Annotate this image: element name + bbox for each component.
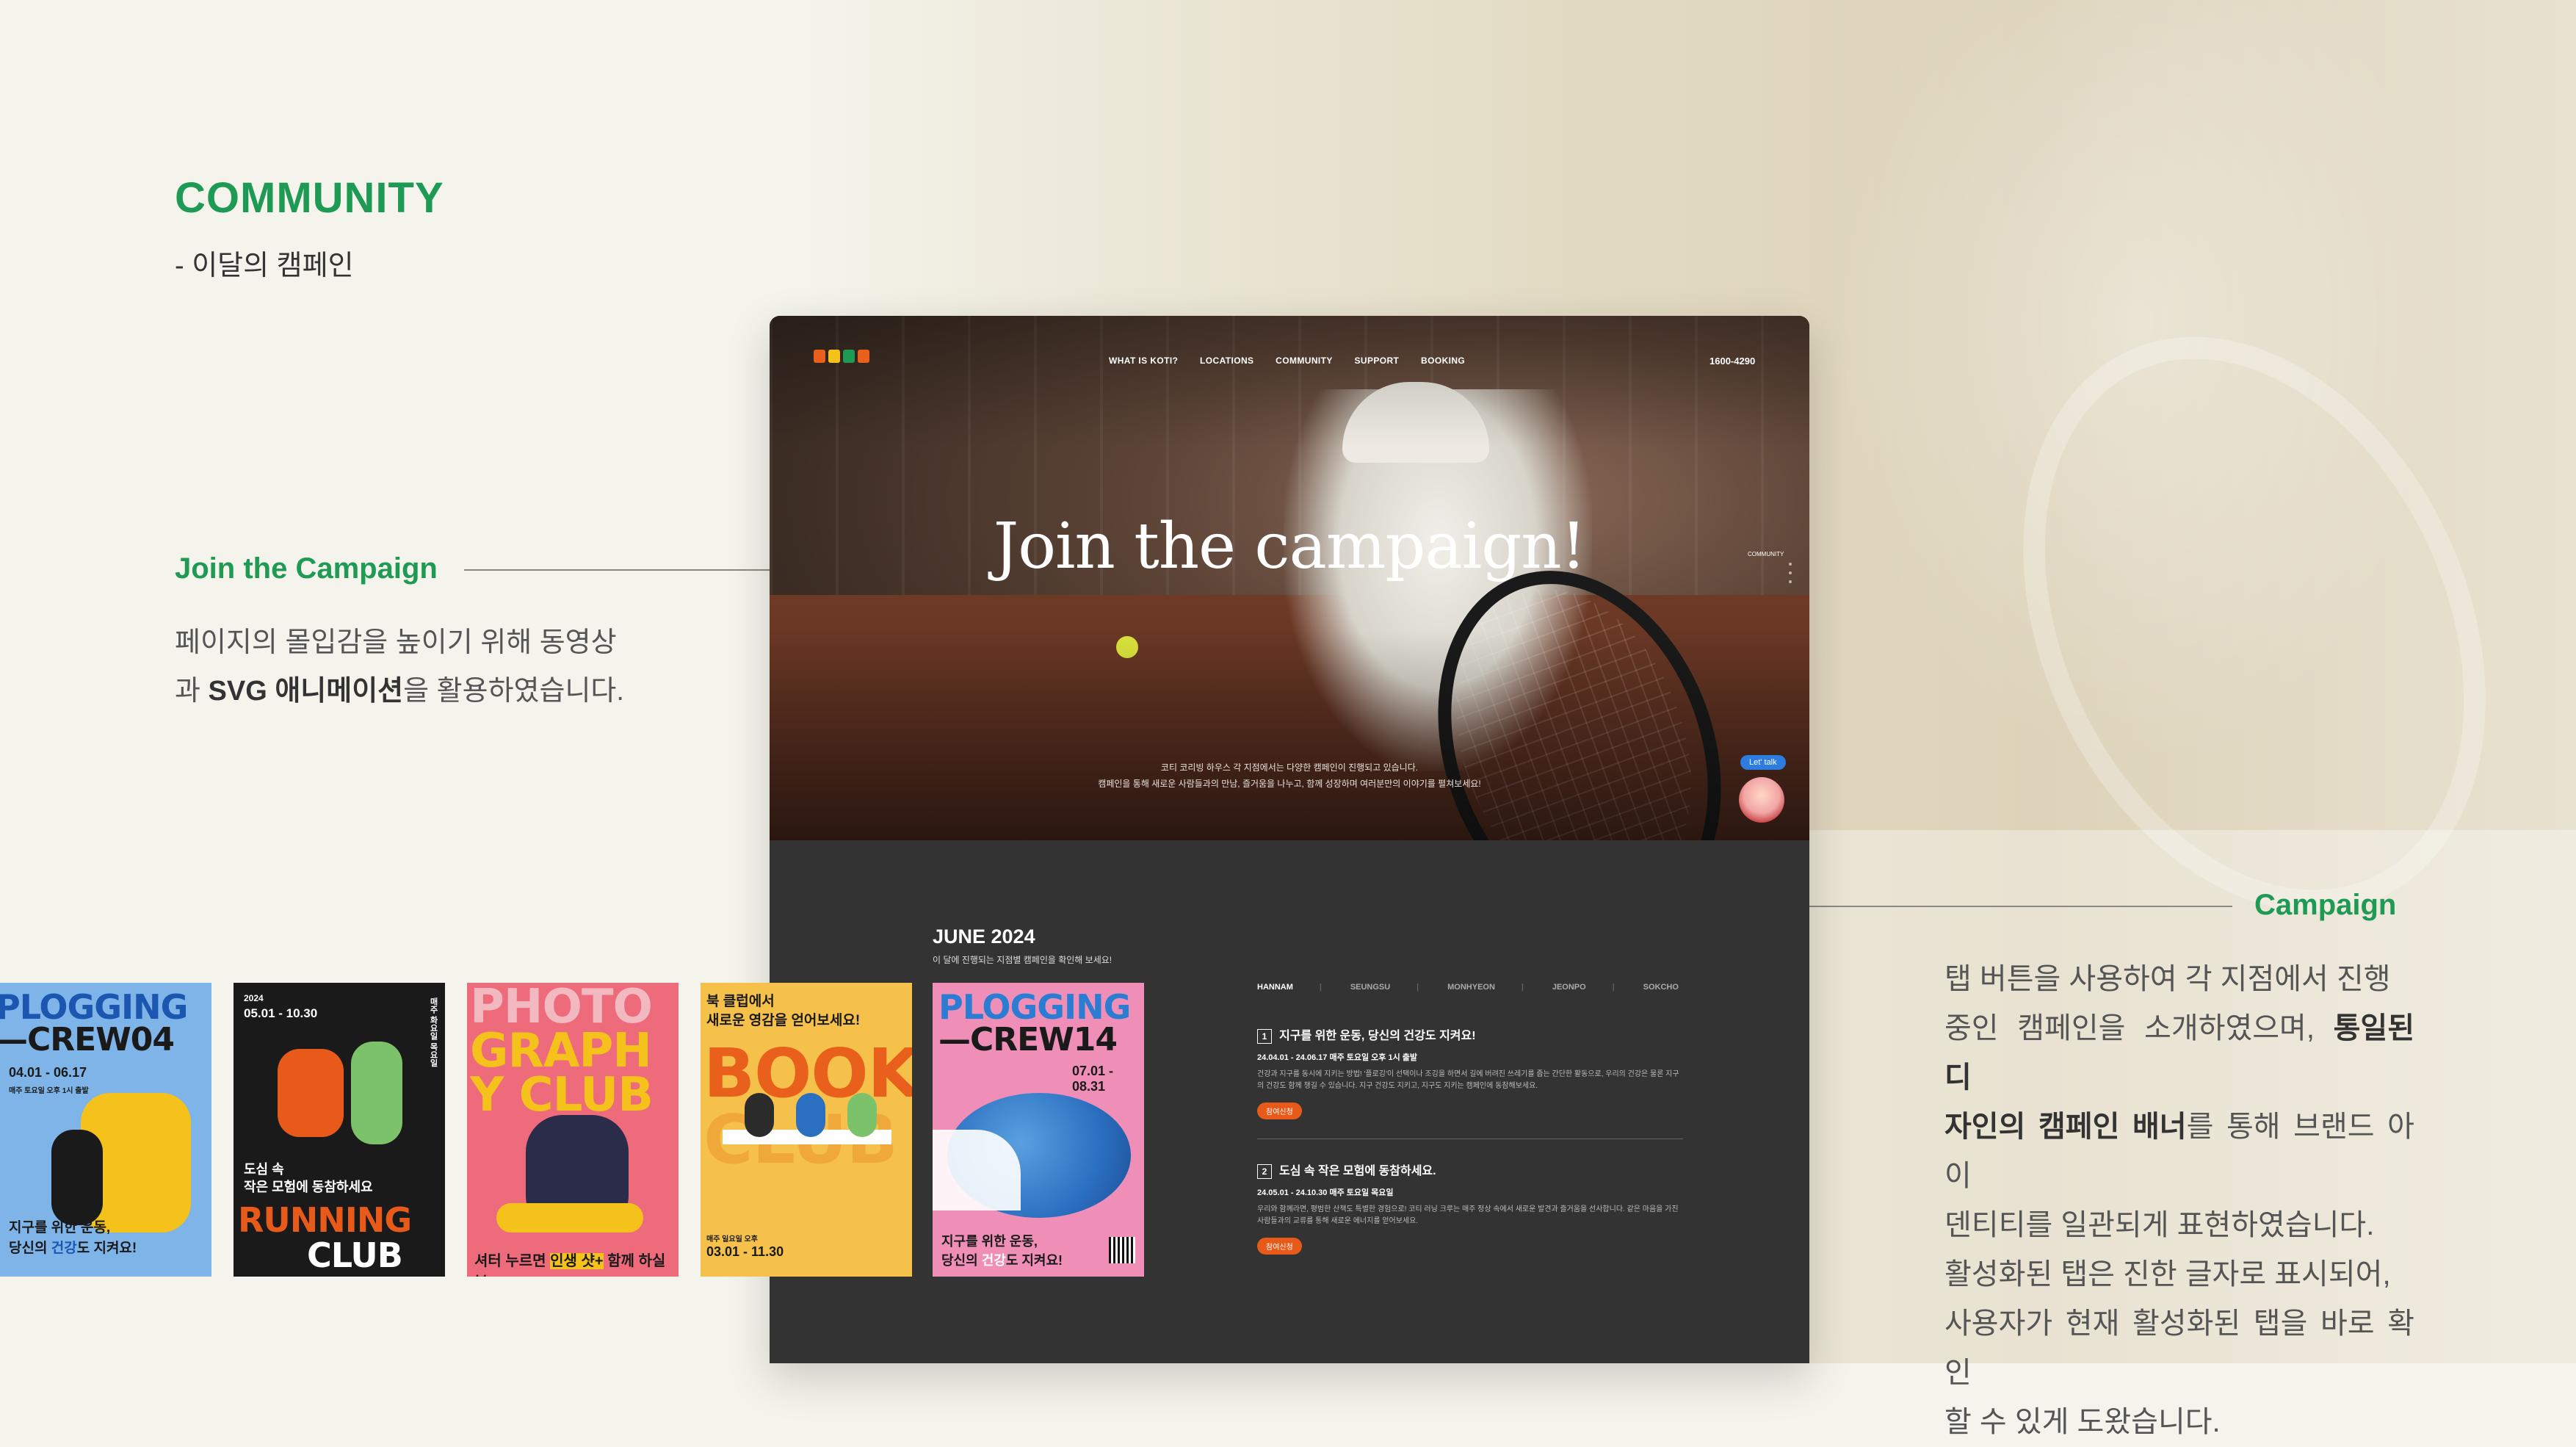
join-campaign-label: Join the Campaign — [175, 552, 438, 585]
campaign-item: 2 도심 속 작은 모험에 동참하세요. 24.05.01 - 24.10.30 … — [1257, 1161, 1683, 1255]
tab-sokcho[interactable]: SOKCHO — [1643, 983, 1679, 992]
month-title: JUNE 2024 — [933, 925, 1035, 948]
month-subtitle: 이 달에 진행되는 지점별 캠페인을 확인해 보세요! — [933, 955, 1112, 965]
section-indicator-dots[interactable] — [1789, 563, 1792, 592]
apply-button[interactable]: 참여신청 — [1257, 1238, 1302, 1255]
nav-item-community[interactable]: COMMUNITY — [1276, 356, 1333, 366]
nav-item-booking[interactable]: BOOKING — [1421, 356, 1465, 366]
campaign-description: 탭 버튼을 사용하여 각 지점에서 진행 중인 캠페인을 소개하였으며, 통일된… — [1944, 963, 2414, 1438]
nav-item-locations[interactable]: LOCATIONS — [1200, 356, 1253, 366]
tab-jeonpo[interactable]: JEONPO — [1552, 983, 1586, 992]
chat-avatar[interactable] — [1739, 777, 1784, 823]
poster-plogging-crew04: PLOGGING —CREW04 04.01 - 06.17 매주 토요일 오후… — [0, 983, 211, 1277]
section-title: COMMUNITY — [175, 174, 444, 222]
nav-item-support[interactable]: SUPPORT — [1354, 356, 1399, 366]
website-mockup: WHAT IS KOTI? LOCATIONS COMMUNITY SUPPOR… — [770, 316, 1809, 1363]
side-indicator-label: COMMUNITY — [1748, 551, 1784, 557]
campaign-label: Campaign — [2254, 889, 2397, 921]
phone-number[interactable]: 1600-4290 — [1710, 356, 1755, 367]
hero-video: WHAT IS KOTI? LOCATIONS COMMUNITY SUPPOR… — [770, 316, 1809, 840]
koti-logo[interactable] — [814, 350, 869, 363]
hero-copy: 코티 코리빙 하우스 각 지점에서는 다양한 캠페인이 진행되고 있습니다. 캠… — [1098, 762, 1481, 789]
tab-hannam[interactable]: HANNAM — [1257, 983, 1293, 992]
tab-monhyeon[interactable]: MONHYEON — [1447, 983, 1495, 992]
branch-tabs: HANNAM | SEUNGSU | MONHYEON | JEONPO | SOKCH… — [1257, 983, 1679, 992]
main-nav: WHAT IS KOTI? LOCATIONS COMMUNITY SUPPOR… — [1109, 356, 1484, 366]
apply-button[interactable]: 참여신청 — [1257, 1103, 1302, 1119]
campaign-item: 1 지구를 위한 운동, 당신의 건강도 지켜요! 24.04.01 - 24.0… — [1257, 1025, 1683, 1119]
section-subtitle: - 이달의 캠페인 — [175, 250, 354, 281]
join-description: 페이지의 몰입감을 높이기 위해 동영상 과 SVG 애니메이션을 활용하였습니… — [175, 627, 624, 707]
poster-book-club: 북 클럽에서 새로운 영감을 얻어보세요! BOOK CLUB 매주 일요일 오… — [701, 983, 912, 1277]
poster-running-club: 2024 05.01 - 10.30 매주 화요일 목요일 도심 속 작은 모험… — [234, 983, 445, 1277]
poster-photography-club: PHOTO GRAPH Y CLUB 셔터 누르면 인생 샷+ 함께 하실 분! — [467, 983, 679, 1277]
lets-talk-button[interactable]: Let' talk — [1740, 755, 1786, 770]
tab-seungsu[interactable]: SEUNGSU — [1350, 983, 1390, 992]
hero-title: Join the campaign! — [993, 510, 1586, 583]
campaign-connector-line — [1784, 906, 2232, 907]
join-connector-line — [464, 569, 802, 571]
nav-item-what-is-koti[interactable]: WHAT IS KOTI? — [1109, 356, 1178, 366]
mockup-poster-plogging: PLOGGING —CREW14 07.01 - 08.31 지구를 위한 운동… — [933, 983, 1144, 1277]
